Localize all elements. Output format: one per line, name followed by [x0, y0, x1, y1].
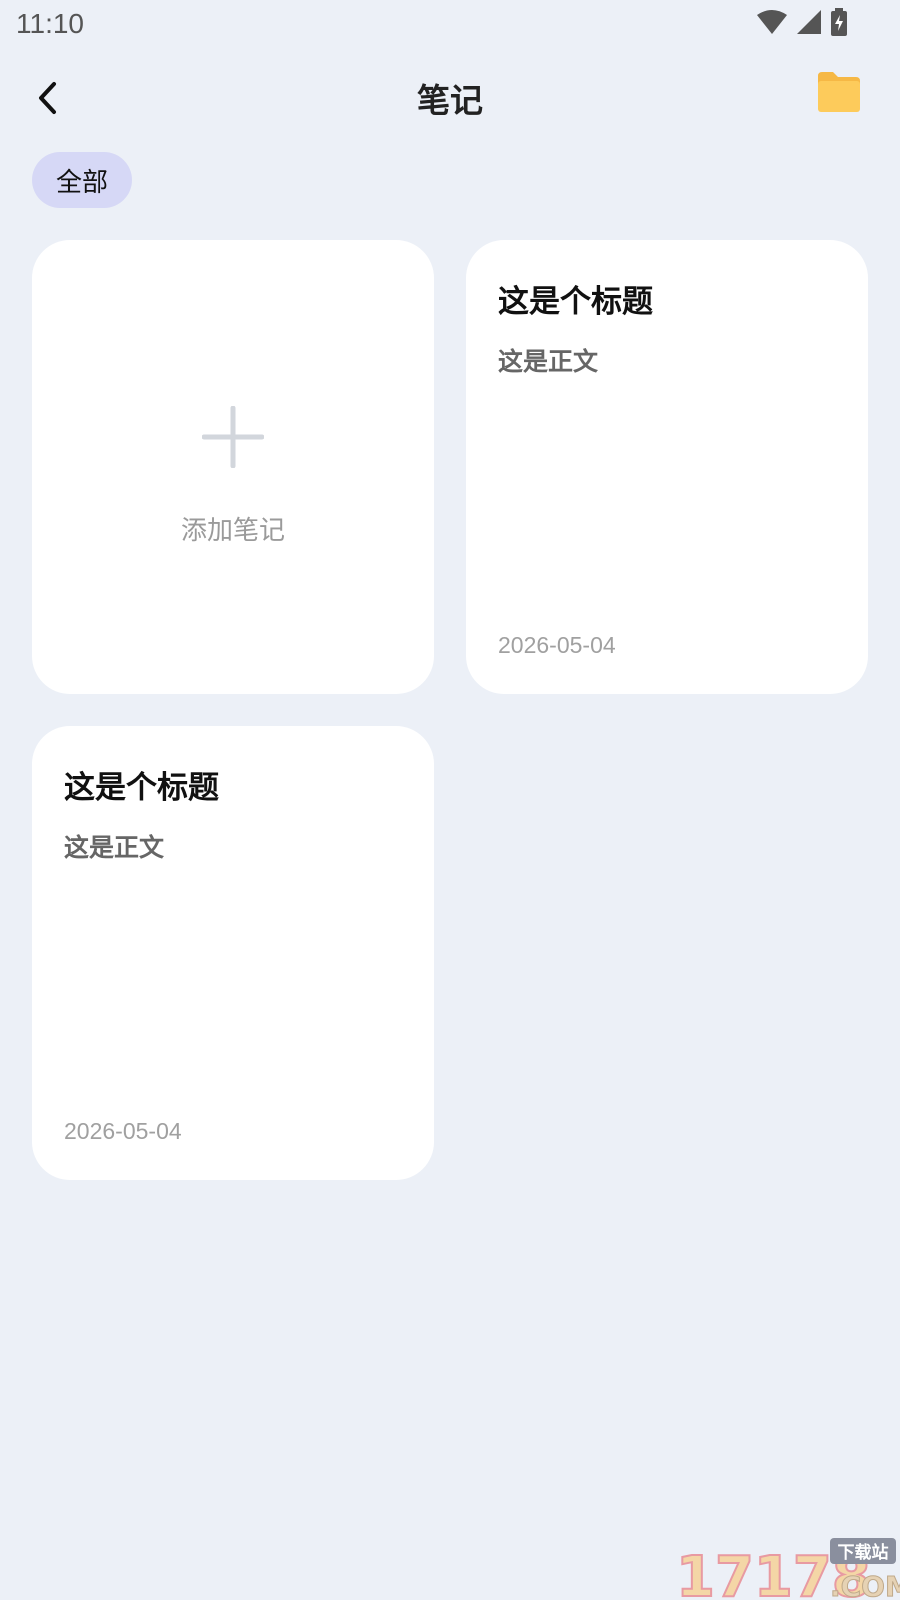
note-date: 2026-05-04 — [64, 1118, 182, 1144]
note-date: 2026-05-04 — [498, 632, 616, 658]
watermark-suffix: .COM — [830, 1570, 900, 1600]
filter-chip-all[interactable]: 全部 — [32, 152, 133, 208]
site-watermark: 17178 下载站 .COM — [675, 1538, 900, 1600]
note-body: 这是正文 — [498, 347, 599, 376]
page-title: 笔记 — [417, 81, 483, 120]
folder-button[interactable] — [816, 70, 862, 116]
app-header: 笔记 — [0, 56, 900, 136]
folder-icon — [818, 72, 860, 112]
note-card[interactable]: 这是个标题 这是正文 2026-05-04 — [32, 726, 434, 1180]
status-icons — [756, 8, 848, 40]
note-title: 这是个标题 — [64, 770, 219, 806]
add-note-label: 添加笔记 — [180, 516, 285, 546]
watermark-tag: 下载站 — [838, 1542, 889, 1563]
wifi-icon — [756, 9, 788, 39]
add-note-card[interactable]: 添加笔记 — [32, 240, 434, 694]
plus-icon — [202, 406, 264, 468]
note-card[interactable]: 这是个标题 这是正文 2026-05-04 — [466, 240, 868, 694]
status-bar: 11:10 — [0, 0, 900, 52]
battery-charging-icon — [830, 8, 848, 40]
note-body: 这是正文 — [64, 833, 165, 862]
status-time: 11:10 — [16, 8, 84, 39]
note-title: 这是个标题 — [498, 284, 653, 320]
signal-icon — [796, 9, 822, 39]
